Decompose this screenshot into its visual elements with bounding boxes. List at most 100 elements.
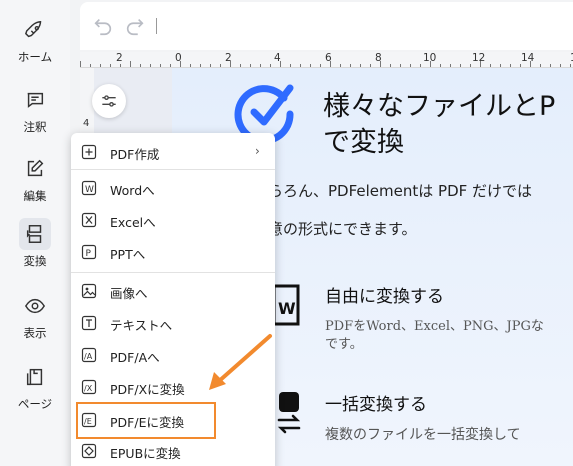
- comment-icon: [19, 84, 51, 116]
- ruler-tick: [300, 64, 301, 67]
- ruler-tick: [480, 61, 481, 67]
- ruler-tick: [430, 61, 431, 67]
- ruler-tick: [170, 64, 171, 67]
- toolbar-divider: [156, 18, 157, 34]
- menu-item-word[interactable]: W Wordへ: [71, 173, 275, 203]
- feature-title-convert: 自由に変換する: [325, 287, 444, 307]
- menu-separator: [71, 272, 275, 273]
- image-icon: [81, 283, 97, 299]
- menu-item-label: テキストへ: [110, 318, 173, 333]
- ruler-left-number: 4: [83, 118, 90, 129]
- ruler-tick: [450, 64, 451, 67]
- nav-convert[interactable]: 変換: [0, 218, 70, 280]
- page-intro-line1: らろん、PDFelementは PDF だけでは: [268, 182, 533, 200]
- ruler-tick: [570, 64, 571, 67]
- ruler-tick: [400, 64, 401, 67]
- ruler-tick: [190, 64, 191, 67]
- ppt-icon: P: [81, 244, 97, 260]
- word-file-icon: W: [272, 284, 300, 326]
- page-intro-line2: 意の形式にできます。: [268, 220, 417, 238]
- redo-icon[interactable]: [124, 15, 146, 37]
- ruler-tick: [330, 61, 331, 67]
- ruler-tick: [500, 64, 501, 67]
- feature-desc-batch: 複数のファイルを一括変換して: [325, 427, 521, 443]
- menu-item-label: Wordへ: [110, 183, 155, 198]
- nav-label-home: ホーム: [17, 50, 53, 64]
- menu-item-pdfa[interactable]: /A PDF/Aへ: [71, 340, 275, 370]
- svg-text:W: W: [278, 299, 296, 318]
- menu-item-label: PDF/Eに変換: [110, 415, 184, 430]
- ruler-tick: [560, 64, 561, 67]
- ruler-tick: [370, 64, 371, 67]
- ruler-top: 2 0 2 4 6 8 10 12 14 16: [80, 52, 573, 68]
- menu-item-epub[interactable]: EPUBに変換: [71, 436, 275, 466]
- svg-text:/A: /A: [84, 352, 93, 361]
- ruler-tick: [350, 64, 351, 67]
- menu-item-image[interactable]: 画像へ: [71, 276, 275, 306]
- ruler-tick: [200, 64, 201, 67]
- ruler-tick: [110, 64, 111, 67]
- menu-item-label: PDF/Xに変換: [110, 382, 185, 397]
- nav-page[interactable]: ページ: [0, 361, 70, 423]
- ruler-tick: [410, 64, 411, 67]
- ruler-tick: [120, 64, 121, 67]
- menu-item-label: 画像へ: [110, 286, 148, 301]
- ruler-tick: [160, 64, 161, 67]
- convert-dropdown-menu: PDF作成 › W Wordへ Excelへ P PPTへ 画像へ テキストへ …: [71, 133, 275, 466]
- ruler-tick: [260, 64, 261, 67]
- filter-button[interactable]: [92, 84, 126, 118]
- plus-file-icon: [81, 144, 97, 160]
- menu-item-text[interactable]: テキストへ: [71, 308, 275, 338]
- feature-desc-convert-line1: PDFをWord、Excel、PNG、JPGな: [325, 319, 544, 334]
- menu-item-excel[interactable]: Excelへ: [71, 205, 275, 235]
- nav-label-view: 表示: [23, 326, 47, 340]
- excel-icon: [81, 212, 97, 228]
- nav-edit[interactable]: 編集: [0, 153, 70, 215]
- menu-item-ppt[interactable]: P PPTへ: [71, 237, 275, 267]
- ruler-tick: [250, 64, 251, 67]
- svg-text:/X: /X: [84, 384, 93, 393]
- feature-desc-convert-line2: です。: [325, 337, 363, 352]
- ruler-tick: [210, 64, 211, 67]
- ruler-tick: [240, 64, 241, 67]
- ruler-tick: [460, 64, 461, 67]
- ruler-tick: [360, 64, 361, 67]
- menu-item-label: EPUBに変換: [110, 446, 181, 461]
- ruler-tick: [380, 61, 381, 67]
- convert-icon: [19, 218, 51, 250]
- ruler-tick: [280, 61, 281, 67]
- menu-item-create-pdf[interactable]: PDF作成 ›: [71, 137, 275, 167]
- ruler-number: 14: [521, 52, 535, 64]
- menu-item-pdfe[interactable]: /E PDF/Eに変換: [76, 402, 216, 439]
- ruler-tick: [320, 64, 321, 67]
- ruler-tick: [150, 64, 151, 67]
- ruler-tick: [540, 64, 541, 67]
- nav-label-edit: 編集: [23, 189, 47, 203]
- ruler-tick: [510, 64, 511, 67]
- undo-icon[interactable]: [92, 15, 114, 37]
- ruler-tick: [490, 64, 491, 67]
- nav-view[interactable]: 表示: [0, 290, 70, 352]
- menu-item-pdfx[interactable]: /X PDF/Xに変換: [71, 372, 275, 402]
- sliders-icon: [102, 95, 116, 107]
- ruler-tick: [180, 61, 181, 67]
- ruler-tick: [390, 64, 391, 67]
- nav-annotate[interactable]: 注釈: [0, 84, 70, 146]
- ruler-tick: [530, 61, 531, 67]
- pdfa-icon: /A: [81, 347, 97, 363]
- ruler-tick: [520, 64, 521, 67]
- ruler-tick: [340, 64, 341, 67]
- menu-separator: [71, 169, 275, 170]
- ruler-tick: [100, 64, 101, 67]
- toolbar: [80, 2, 573, 50]
- ruler-tick: [80, 61, 81, 67]
- left-nav: ホーム 注釈 編集 変換 表示 ページ: [0, 0, 70, 466]
- eye-icon: [19, 290, 51, 322]
- menu-item-label: Excelへ: [110, 215, 156, 230]
- nav-home[interactable]: ホーム: [0, 14, 70, 76]
- ruler-tick: [90, 64, 91, 67]
- nav-label-convert: 変換: [23, 254, 47, 268]
- menu-item-label: PDF/Aへ: [110, 350, 160, 365]
- ruler-number: 2: [116, 52, 123, 64]
- ruler-tick: [140, 64, 141, 67]
